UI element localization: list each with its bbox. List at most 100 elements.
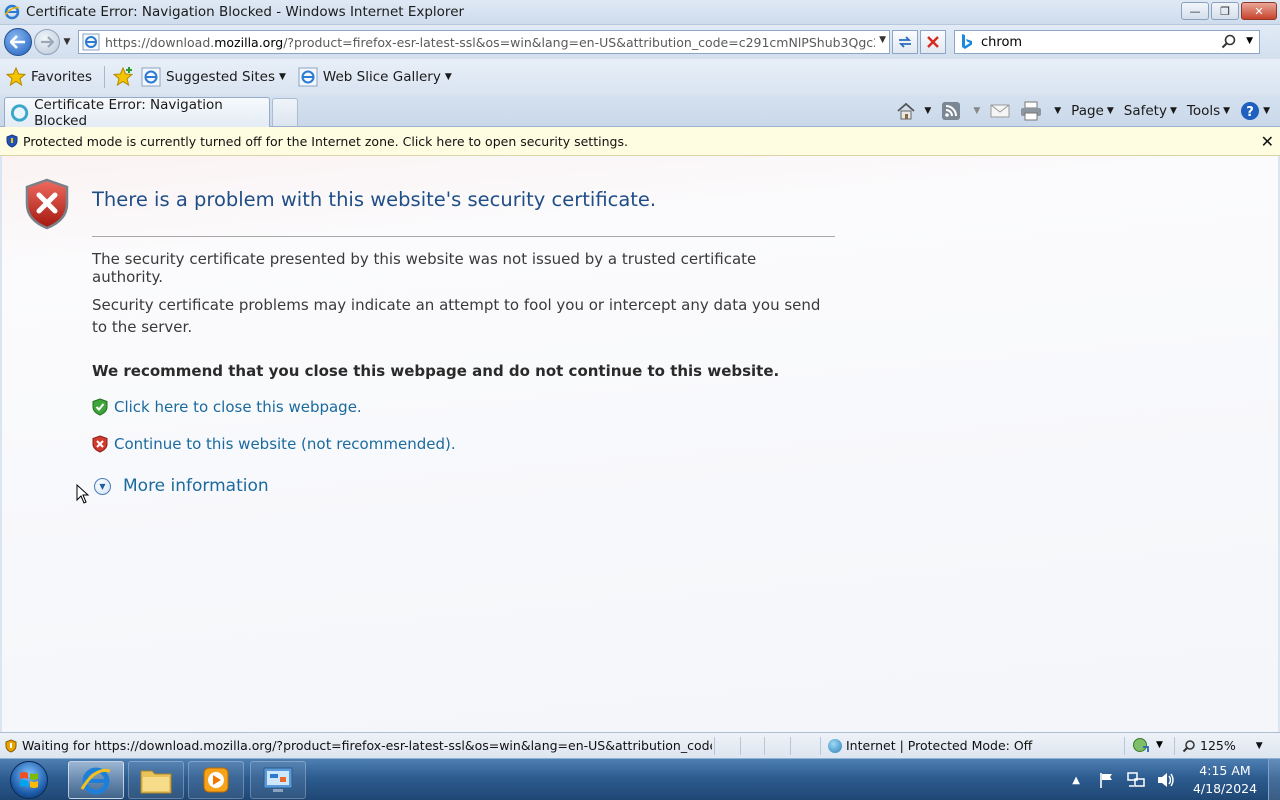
tools-menu[interactable]: Tools ▼	[1187, 103, 1230, 119]
url-text[interactable]: https://download.mozilla.org/?product=fi…	[105, 35, 875, 50]
more-information-toggle[interactable]: ▼ More information	[94, 476, 269, 496]
expand-icon: ▼	[94, 477, 111, 495]
command-bar: ▼ ▼ ▼ Page ▼ Safety ▼ Tools ▼ ? ▼	[886, 99, 1270, 123]
chevron-down-icon: ▼	[1223, 106, 1231, 116]
stop-button[interactable]	[920, 30, 946, 54]
favorites-label: Favorites	[31, 69, 92, 85]
chevron-down-icon: ▼	[973, 106, 981, 116]
start-button[interactable]	[10, 761, 48, 799]
network-icon[interactable]	[1126, 771, 1146, 789]
rss-icon	[942, 102, 961, 120]
navigation-bar: ▼ https://download.mozilla.org/?product=…	[0, 25, 1280, 59]
favorites-button[interactable]: Favorites	[6, 67, 100, 87]
loading-icon	[10, 103, 29, 122]
web-slice-gallery-button[interactable]: Web Slice Gallery ▼	[298, 67, 452, 87]
ie-page-icon	[141, 67, 161, 87]
taskbar-internet-explorer[interactable]	[68, 761, 124, 799]
security-zone[interactable]: Internet | Protected Mode: Off	[828, 738, 1032, 753]
error-shield-icon	[25, 178, 69, 230]
search-dropdown-icon[interactable]: ▼	[1246, 36, 1253, 46]
page-menu[interactable]: Page ▼	[1071, 103, 1114, 119]
divider	[764, 737, 765, 755]
flag-icon[interactable]	[1098, 771, 1116, 789]
divider	[92, 236, 835, 237]
window-title: Certificate Error: Navigation Blocked - …	[26, 4, 465, 20]
mouse-cursor-icon	[76, 484, 90, 504]
taskbar-media-player[interactable]	[188, 761, 244, 799]
feeds-button[interactable]: ▼	[941, 101, 980, 121]
read-mail-button[interactable]	[990, 103, 1010, 119]
chevron-down-icon: ▼	[1156, 740, 1163, 750]
web-slice-gallery-label: Web Slice Gallery	[322, 69, 441, 85]
more-information-label[interactable]: More information	[123, 476, 269, 496]
print-button[interactable]: ▼	[1020, 101, 1061, 121]
globe-arrow-icon	[1133, 738, 1149, 752]
minimize-button[interactable]: —	[1181, 2, 1209, 20]
svg-text:?: ?	[1246, 105, 1254, 120]
search-box[interactable]: ▼	[954, 30, 1260, 54]
search-icon[interactable]	[1221, 34, 1237, 50]
ie-page-icon	[82, 33, 100, 51]
bing-icon	[962, 34, 972, 49]
address-dropdown-icon[interactable]: ▼	[879, 35, 886, 45]
information-bar[interactable]: Protected mode is currently turned off f…	[0, 127, 1280, 156]
suggested-sites-button[interactable]: Suggested Sites ▼	[141, 67, 286, 87]
mail-icon	[990, 104, 1010, 118]
protected-mode-addons-button[interactable]: ▼	[1132, 737, 1163, 753]
divider	[714, 737, 715, 755]
history-dropdown[interactable]: ▼	[60, 37, 74, 47]
star-icon	[6, 67, 26, 87]
red-shield-icon	[92, 435, 108, 453]
show-hidden-icons-button[interactable]: ▲	[1072, 775, 1080, 786]
zoom-control[interactable]: 125% ▼	[1182, 738, 1263, 753]
forward-arrow-icon	[41, 36, 54, 48]
media-player-icon	[203, 767, 229, 793]
chevron-down-icon: ▼	[1106, 106, 1114, 116]
refresh-button[interactable]	[892, 30, 918, 54]
ie-page-icon	[298, 67, 318, 87]
globe-icon	[828, 738, 842, 753]
tab-certificate-error[interactable]: Certificate Error: Navigation Blocked	[4, 97, 270, 129]
address-bar[interactable]: https://download.mozilla.org/?product=fi…	[78, 30, 890, 54]
chevron-down-icon: ▼	[444, 72, 452, 82]
system-clock[interactable]: 4:15 AM 4/18/2024	[1190, 762, 1260, 798]
continue-website-label[interactable]: Continue to this website (not recommende…	[114, 435, 456, 453]
security-warning-text: Security certificate problems may indica…	[92, 296, 821, 336]
taskbar-control-panel[interactable]	[250, 761, 306, 799]
green-shield-icon	[92, 398, 108, 416]
taskbar-file-explorer[interactable]	[128, 761, 184, 799]
chevron-down-icon: ▼	[1169, 106, 1177, 116]
zoom-icon	[1182, 739, 1195, 752]
info-bar-message[interactable]: Protected mode is currently turned off f…	[23, 134, 628, 149]
ie-logo-icon	[4, 4, 20, 20]
chevron-down-icon: ▼	[279, 72, 286, 82]
home-button[interactable]: ▼	[896, 102, 931, 120]
stop-icon	[927, 36, 939, 48]
windows-logo-icon	[20, 772, 38, 788]
help-button[interactable]: ? ▼	[1240, 101, 1270, 121]
zoom-level: 125%	[1200, 738, 1236, 753]
divider	[1124, 737, 1125, 755]
tab-bar: Certificate Error: Navigation Blocked ▼ …	[0, 95, 1280, 129]
page-title: There is a problem with this website's s…	[92, 188, 657, 211]
info-bar-close-button[interactable]: ✕	[1261, 132, 1274, 151]
restore-button[interactable]: ❐	[1211, 2, 1239, 20]
title-bar: Certificate Error: Navigation Blocked - …	[0, 0, 1280, 25]
add-favorite-icon[interactable]	[112, 66, 135, 88]
continue-website-link[interactable]: Continue to this website (not recommende…	[92, 435, 456, 453]
close-webpage-label[interactable]: Click here to close this webpage.	[114, 398, 362, 416]
volume-icon[interactable]	[1156, 771, 1176, 789]
show-desktop-button[interactable]	[1268, 759, 1280, 800]
close-webpage-link[interactable]: Click here to close this webpage.	[92, 398, 362, 416]
back-button[interactable]	[4, 28, 32, 56]
home-icon	[897, 102, 915, 120]
search-input[interactable]	[981, 34, 1201, 50]
safety-menu[interactable]: Safety ▼	[1124, 103, 1177, 119]
back-arrow-icon	[10, 35, 25, 49]
new-tab-button[interactable]	[272, 98, 298, 126]
shield-icon	[6, 134, 18, 148]
tools-menu-label: Tools	[1186, 103, 1221, 119]
forward-button[interactable]	[34, 29, 60, 55]
page-content: There is a problem with this website's s…	[2, 156, 1278, 732]
close-window-button[interactable]: ✕	[1241, 2, 1277, 20]
